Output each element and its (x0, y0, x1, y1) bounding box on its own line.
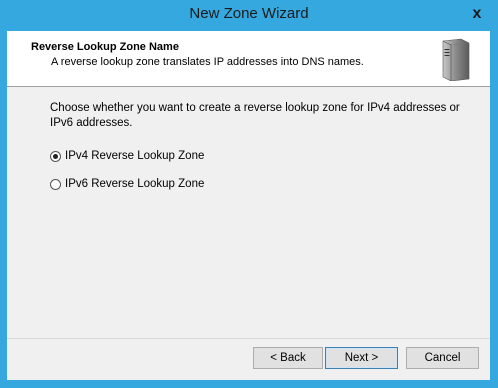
wizard-window: New Zone Wizard x Reverse Lookup Zone Na… (0, 0, 498, 388)
header-subtitle: A reverse lookup zone translates IP addr… (51, 56, 364, 68)
footer-divider (7, 338, 490, 339)
window-title: New Zone Wizard (189, 5, 309, 22)
selection-prompt: Choose whether you want to create a reve… (50, 102, 460, 129)
header-title: Reverse Lookup Zone Name (31, 41, 179, 53)
ipv4-option-label: IPv4 Reverse Lookup Zone (65, 150, 205, 162)
ipv6-option[interactable]: IPv6 Reverse Lookup Zone (50, 178, 204, 190)
cancel-button[interactable]: Cancel (406, 347, 479, 369)
wizard-body: Reverse Lookup Zone Name A reverse looku… (7, 31, 490, 380)
title-bar[interactable]: New Zone Wizard x (0, 0, 498, 31)
next-button[interactable]: Next > (325, 347, 398, 369)
back-button[interactable]: < Back (253, 347, 323, 369)
close-icon: x (472, 5, 482, 22)
ipv4-option[interactable]: IPv4 Reverse Lookup Zone (50, 150, 204, 162)
ipv6-radio[interactable] (50, 178, 61, 190)
ipv4-radio[interactable] (50, 150, 61, 162)
server-icon (442, 38, 470, 81)
close-button[interactable]: x (464, 3, 490, 25)
radio-selected-dot (53, 153, 58, 159)
wizard-header: Reverse Lookup Zone Name A reverse looku… (7, 31, 490, 87)
ipv6-option-label: IPv6 Reverse Lookup Zone (65, 178, 205, 190)
